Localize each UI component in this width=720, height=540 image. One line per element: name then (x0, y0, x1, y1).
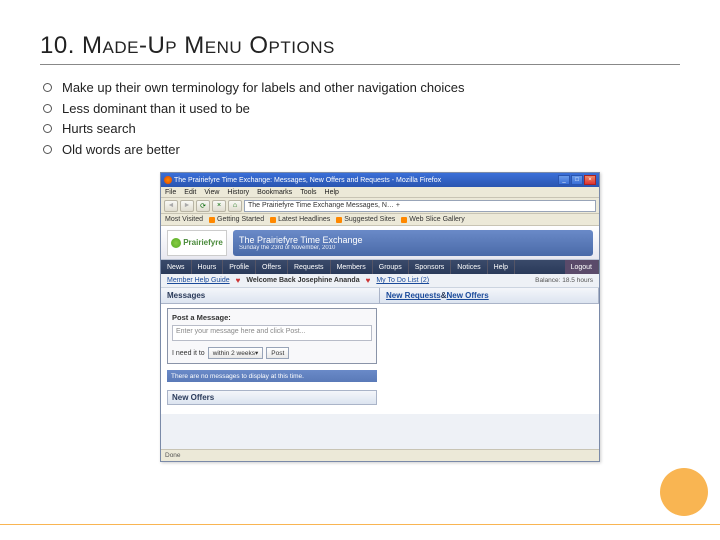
stop-button[interactable]: × (212, 200, 226, 212)
sub-bar: Member Help Guide ♥ Welcome Back Josephi… (161, 274, 599, 288)
menu-help[interactable]: Help (325, 189, 339, 196)
nav-help[interactable]: Help (488, 260, 515, 274)
messages-header: Messages (161, 288, 380, 303)
new-requests-link[interactable]: New Requests (386, 291, 441, 300)
no-messages-text: There are no messages to display at this… (167, 370, 377, 382)
message-input[interactable]: Enter your message here and click Post..… (172, 325, 372, 341)
nav-members[interactable]: Members (331, 260, 373, 274)
maximize-button[interactable]: □ (571, 175, 583, 185)
post-message-box: Post a Message: Enter your message here … (167, 308, 377, 364)
nav-sponsors[interactable]: Sponsors (409, 260, 452, 274)
need-label: I need it to (172, 350, 205, 357)
bullet-item: Make up their own terminology for labels… (40, 79, 680, 97)
back-button[interactable]: ◄ (164, 200, 178, 212)
bullet-list: Make up their own terminology for labels… (40, 79, 680, 158)
nav-logout[interactable]: Logout (565, 260, 599, 274)
site-title: The Prairiefyre Time Exchange (239, 235, 587, 245)
nav-groups[interactable]: Groups (373, 260, 409, 274)
heart-icon: ♥ (236, 276, 241, 285)
new-offers-subheader: New Offers (167, 390, 377, 405)
bookmark-item[interactable]: Latest Headlines (270, 216, 330, 223)
menu-view[interactable]: View (204, 189, 219, 196)
firefox-icon (164, 176, 172, 184)
todo-link[interactable]: My To Do List (2) (376, 277, 429, 284)
nav-toolbar: ◄ ► ⟳ × ⌂ The Prairiefyre Time Exchange … (161, 198, 599, 214)
menu-history[interactable]: History (227, 189, 249, 196)
heart-icon: ♥ (366, 276, 371, 285)
section-headers: Messages New Requests & New Offers (161, 288, 599, 304)
bookmark-icon (209, 217, 215, 223)
nav-requests[interactable]: Requests (288, 260, 331, 274)
forward-button[interactable]: ► (180, 200, 194, 212)
url-bar[interactable]: The Prairiefyre Time Exchange Messages, … (244, 200, 596, 212)
accent-line (0, 524, 720, 525)
need-select[interactable]: within 2 weeks ▾ (208, 347, 264, 359)
menu-bookmarks[interactable]: Bookmarks (257, 189, 292, 196)
nav-hours[interactable]: Hours (192, 260, 224, 274)
close-button[interactable]: × (584, 175, 596, 185)
menu-tools[interactable]: Tools (300, 189, 316, 196)
status-bar: Done (161, 449, 599, 461)
bookmark-item[interactable]: Getting Started (209, 216, 264, 223)
window-titlebar: The Prairiefyre Time Exchange: Messages,… (161, 173, 599, 187)
menu-file[interactable]: File (165, 189, 176, 196)
help-guide-link[interactable]: Member Help Guide (167, 277, 230, 284)
bookmark-icon (336, 217, 342, 223)
bookmarks-label: Most Visited (165, 216, 203, 223)
nav-news[interactable]: News (161, 260, 192, 274)
minimize-button[interactable]: _ (558, 175, 570, 185)
bookmark-item[interactable]: Suggested Sites (336, 216, 395, 223)
bullet-item: Old words are better (40, 141, 680, 159)
nav-offers[interactable]: Offers (256, 260, 288, 274)
post-header: Post a Message: (172, 313, 372, 322)
menu-bar: File Edit View History Bookmarks Tools H… (161, 187, 599, 198)
welcome-text: Welcome Back Josephine Ananda (246, 277, 359, 284)
requests-offers-header: New Requests & New Offers (380, 288, 599, 303)
bookmark-icon (401, 217, 407, 223)
corner-accent-circle (660, 468, 708, 516)
home-button[interactable]: ⌂ (228, 200, 242, 212)
nav-profile[interactable]: Profile (223, 260, 256, 274)
slide-title: 10. Made-Up Menu Options (40, 32, 680, 65)
reload-button[interactable]: ⟳ (196, 200, 210, 212)
bookmarks-bar: Most Visited Getting Started Latest Head… (161, 214, 599, 226)
site-title-banner: The Prairiefyre Time Exchange Sunday the… (233, 230, 593, 256)
site-date: Sunday the 23rd of November, 2010 (239, 245, 587, 251)
browser-screenshot: The Prairiefyre Time Exchange: Messages,… (160, 172, 600, 462)
balance-text: Balance: 18.5 hours (535, 277, 593, 284)
nav-notices[interactable]: Notices (451, 260, 487, 274)
content-area: Post a Message: Enter your message here … (161, 304, 599, 414)
site-header: Prairiefyre The Prairiefyre Time Exchang… (161, 226, 599, 260)
site-logo[interactable]: Prairiefyre (167, 230, 227, 256)
post-button[interactable]: Post (266, 347, 289, 359)
window-title: The Prairiefyre Time Exchange: Messages,… (174, 177, 441, 184)
bookmark-icon (270, 217, 276, 223)
bookmark-item[interactable]: Web Slice Gallery (401, 216, 465, 223)
new-offers-link[interactable]: New Offers (446, 291, 488, 300)
bullet-item: Hurts search (40, 120, 680, 138)
bullet-item: Less dominant than it used to be (40, 100, 680, 118)
menu-edit[interactable]: Edit (184, 189, 196, 196)
main-nav: News Hours Profile Offers Requests Membe… (161, 260, 599, 274)
